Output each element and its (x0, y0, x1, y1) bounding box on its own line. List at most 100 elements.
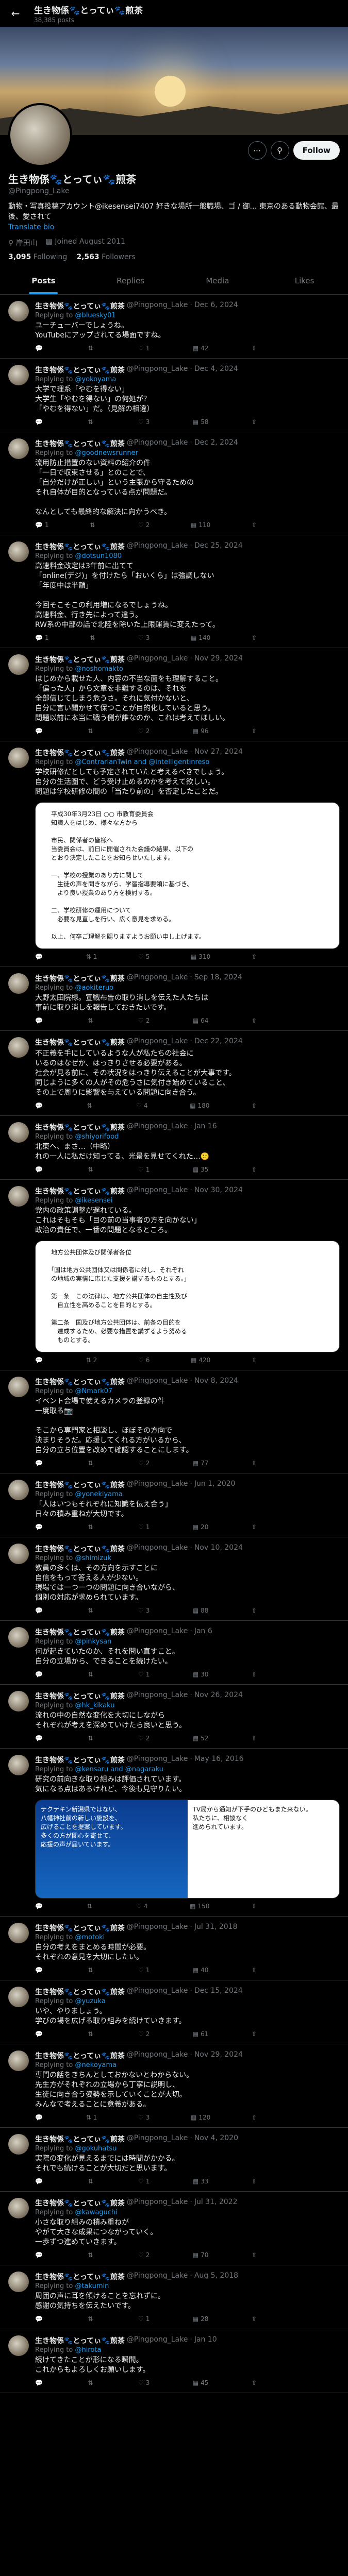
share-button[interactable]: ⇧ (252, 1903, 257, 1910)
post-item[interactable]: 生き物係🐾とってぃ🐾煎茶 @Pingpong_Lake · Aug 5, 2018 Re… (0, 2265, 348, 2329)
post-author-handle[interactable]: @Pingpong_Lake (127, 2050, 188, 2061)
reply-button[interactable]: 💬 (35, 1523, 45, 1531)
post-author-handle[interactable]: @Pingpong_Lake (127, 438, 188, 449)
like-button[interactable]: ♡ 1 (138, 1523, 150, 1531)
reply-button[interactable]: 💬 (35, 1735, 45, 1742)
post-author-name[interactable]: 生き物係🐾とってぃ🐾煎茶 (35, 2050, 125, 2061)
post-avatar[interactable] (8, 2335, 29, 2356)
like-button[interactable]: ♡ 2 (138, 1735, 150, 1742)
post-author-name[interactable]: 生き物係🐾とってぃ🐾煎茶 (35, 2272, 125, 2282)
post-item[interactable]: 生き物係🐾とってぃ🐾煎茶 @Pingpong_Lake · Dec 22, 2024 不… (0, 1031, 348, 1116)
post-media[interactable]: 平成30年3月23日 ○○ 市教育委員会 知識人をはじめ、様々な方から 市民、関… (35, 802, 340, 949)
like-button[interactable]: ♡ 1 (138, 1166, 150, 1173)
like-button[interactable]: ♡ 2 (138, 727, 150, 735)
repost-button[interactable]: ⇅ (88, 1967, 95, 1974)
reply-button[interactable]: 💬 (35, 1607, 45, 1614)
share-button[interactable]: ⇧ (252, 634, 257, 641)
post-author-name[interactable]: 生き物係🐾とってぃ🐾煎茶 (35, 973, 125, 984)
reply-button[interactable]: 💬 (35, 1357, 45, 1364)
share-button[interactable]: ⇧ (252, 2379, 257, 2386)
repost-button[interactable]: ⇅ (88, 1523, 95, 1531)
post-author-handle[interactable]: @Pingpong_Lake (127, 1544, 188, 1554)
repost-button[interactable]: ⇅ (88, 1166, 95, 1173)
views-button[interactable]: ▦ 120 (191, 2114, 210, 2121)
post-author-handle[interactable]: @Pingpong_Lake (127, 973, 188, 984)
share-button[interactable]: ⇧ (252, 1523, 257, 1531)
repost-button[interactable]: ⇅ (88, 1735, 95, 1742)
post-date[interactable]: Jul 31, 2022 (194, 2198, 238, 2208)
share-button[interactable]: ⇧ (252, 1017, 257, 1024)
post-avatar[interactable] (8, 1186, 29, 1207)
share-button[interactable]: ⇧ (252, 1735, 257, 1742)
views-button[interactable]: ▦ 61 (193, 2030, 209, 2038)
share-button[interactable]: ⇧ (252, 1967, 257, 1974)
views-button[interactable]: ▦ 420 (191, 1357, 210, 1364)
post-avatar[interactable] (8, 1755, 29, 1775)
post-avatar[interactable] (8, 1627, 29, 1648)
post-avatar[interactable] (8, 438, 29, 459)
post-item[interactable]: 生き物係🐾とってぃ🐾煎茶 @Pingpong_Lake · Nov 10, 2024 R… (0, 1537, 348, 1621)
views-button[interactable]: ▦ 96 (193, 727, 209, 735)
post-author-handle[interactable]: @Pingpong_Lake (127, 1691, 188, 1701)
replying-handle[interactable]: @shiyorifood (75, 1133, 119, 1141)
post-author-handle[interactable]: @Pingpong_Lake (127, 1755, 188, 1765)
replying-handle[interactable]: @ContrarianTwin and @intelligentinreso (75, 758, 209, 766)
share-button[interactable]: ⇧ (252, 1607, 257, 1614)
post-author-handle[interactable]: @Pingpong_Lake (127, 541, 188, 552)
views-button[interactable]: ▦ 52 (193, 1735, 209, 1742)
post-avatar[interactable] (8, 1480, 29, 1500)
share-button[interactable]: ⇧ (252, 1671, 257, 1678)
post-author-name[interactable]: 生き物係🐾とってぃ🐾煎茶 (35, 2134, 125, 2144)
post-avatar[interactable] (8, 1691, 29, 1711)
post-author-name[interactable]: 生き物係🐾とってぃ🐾煎茶 (35, 1987, 125, 1997)
reply-button[interactable]: 💬 1 (35, 634, 49, 641)
tab-likes[interactable]: Likes (261, 267, 348, 294)
post-item[interactable]: 生き物係🐾とってぃ🐾煎茶 @Pingpong_Lake · Nov 4, 2020 Re… (0, 2128, 348, 2192)
post-avatar[interactable] (8, 654, 29, 675)
post-item[interactable]: 生き物係🐾とってぃ🐾煎茶 @Pingpong_Lake · Dec 15, 2024 R… (0, 1980, 348, 2044)
like-button[interactable]: ♡ 6 (138, 1357, 150, 1364)
post-author-handle[interactable]: @Pingpong_Lake (127, 654, 188, 665)
post-author-name[interactable]: 生き物係🐾とってぃ🐾煎茶 (35, 1544, 125, 1554)
replying-handle[interactable]: @shimizuk (75, 1554, 111, 1562)
post-item[interactable]: 生き物係🐾とってぃ🐾煎茶 @Pingpong_Lake · Nov 30, 2024 R… (0, 1180, 348, 1370)
post-author-name[interactable]: 生き物係🐾とってぃ🐾煎茶 (35, 654, 125, 665)
post-date[interactable]: Jan 6 (194, 1627, 212, 1637)
replying-handle[interactable]: @yonekiyama (75, 1490, 122, 1498)
repost-button[interactable]: ⇅ 2 (86, 1357, 97, 1364)
post-author-handle[interactable]: @Pingpong_Lake (127, 1122, 188, 1132)
post-author-handle[interactable]: @Pingpong_Lake (127, 301, 188, 311)
repost-button[interactable]: ⇅ (88, 345, 95, 352)
post-author-name[interactable]: 生き物係🐾とってぃ🐾煎茶 (35, 365, 125, 375)
post-avatar[interactable] (8, 2272, 29, 2292)
share-button[interactable]: ⇧ (252, 727, 257, 735)
repost-button[interactable]: ⇅ (88, 2379, 95, 2386)
like-button[interactable]: ♡ 1 (138, 1967, 150, 1974)
search-icon[interactable]: ⚲ (270, 141, 289, 160)
post-author-handle[interactable]: @Pingpong_Lake (127, 2134, 188, 2144)
post-author-name[interactable]: 生き物係🐾とってぃ🐾煎茶 (35, 1691, 125, 1701)
more-icon[interactable]: ⋯ (247, 141, 267, 160)
tab-replies[interactable]: Replies (87, 267, 174, 294)
share-button[interactable]: ⇧ (252, 2315, 257, 2323)
post-item[interactable]: 生き物係🐾とってぃ🐾煎茶 @Pingpong_Lake · Dec 2, 2024 Re… (0, 432, 348, 535)
replying-handle[interactable]: @Nmark07 (75, 1387, 112, 1395)
post-author-handle[interactable]: @Pingpong_Lake (127, 1186, 188, 1196)
repost-button[interactable]: ⇅ (88, 727, 95, 735)
tab-posts[interactable]: Posts (0, 267, 87, 294)
reply-button[interactable]: 💬 (35, 1017, 45, 1024)
share-button[interactable]: ⇧ (252, 2178, 257, 2185)
views-button[interactable]: ▦ 110 (191, 521, 210, 529)
post-author-name[interactable]: 生き物係🐾とってぃ🐾煎茶 (35, 2198, 125, 2208)
share-button[interactable]: ⇧ (252, 418, 257, 426)
like-button[interactable]: ♡ 2 (138, 1017, 150, 1024)
arrow-left-icon[interactable]: ← (6, 4, 25, 23)
repost-button[interactable]: ⇅ (88, 1460, 95, 1467)
views-button[interactable]: ▦ 77 (193, 1460, 209, 1467)
like-button[interactable]: ♡ 3 (138, 2379, 150, 2386)
post-item[interactable]: 生き物係🐾とってぃ🐾煎茶 @Pingpong_Lake · Nov 8, 2024 Re… (0, 1370, 348, 1473)
post-avatar[interactable] (8, 1377, 29, 1397)
post-item[interactable]: 生き物係🐾とってぃ🐾煎茶 @Pingpong_Lake · Jul 31, 2022 R… (0, 2192, 348, 2265)
replying-handle[interactable]: @goodnewsrunner (75, 449, 138, 457)
avatar[interactable] (8, 103, 72, 167)
